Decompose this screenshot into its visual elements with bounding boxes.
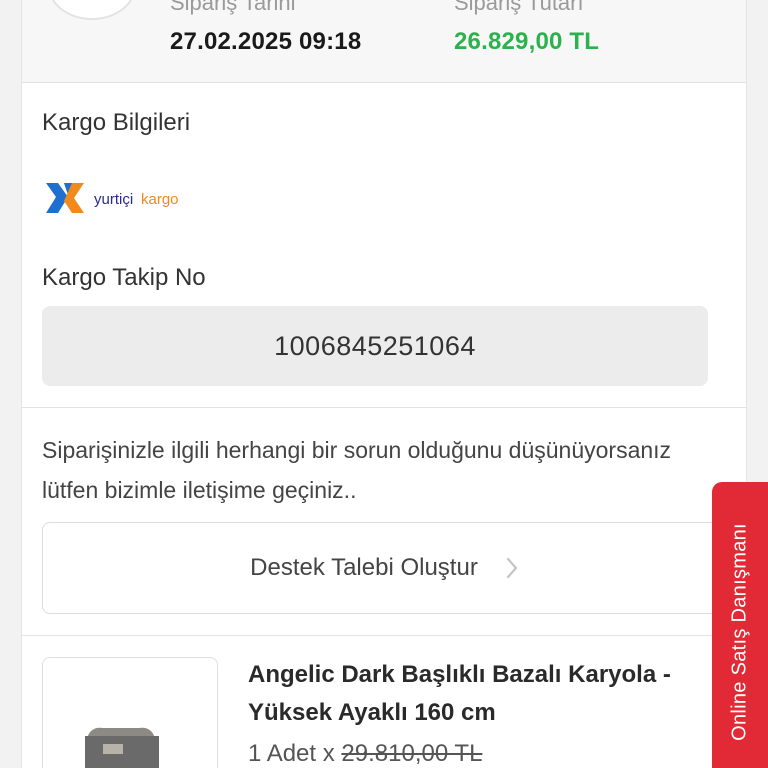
svg-text:yurtiçi: yurtiçi bbox=[94, 191, 133, 208]
order-status-icon bbox=[48, 0, 136, 20]
product-name[interactable]: Angelic Dark Başlıklı Bazalı Karyola - Y… bbox=[248, 656, 718, 732]
consult-tab-label: Online Satış Danışmanı bbox=[728, 523, 751, 741]
support-section: Siparişinizle ilgili herhangi bir sorun … bbox=[21, 408, 747, 636]
bed-thumbnail-icon bbox=[85, 727, 159, 768]
create-support-ticket-button[interactable]: Destek Talebi Oluştur bbox=[42, 522, 732, 614]
product-old-price: 29.810,00 TL bbox=[341, 740, 483, 767]
order-date-value: 27.02.2025 09:18 bbox=[170, 28, 362, 55]
order-total-label: Sipariş Tutarı bbox=[454, 0, 584, 15]
tracking-title: Kargo Takip No bbox=[42, 264, 206, 291]
quantity-multiplier: x bbox=[322, 740, 335, 767]
order-total-value: 26.829,00 TL bbox=[454, 28, 600, 55]
cargo-section: Kargo Bilgileri yurtiçi kargo Kargo Taki… bbox=[21, 83, 747, 408]
product-image[interactable] bbox=[42, 657, 218, 768]
yurtici-kargo-logo: yurtiçi kargo bbox=[46, 183, 179, 213]
support-message: Siparişinizle ilgili herhangi bir sorun … bbox=[42, 437, 672, 503]
tracking-number-box[interactable]: 1006845251064 bbox=[42, 306, 708, 386]
order-date-label: Sipariş Tarihi bbox=[170, 0, 296, 15]
product-quantity: 1 Adet bbox=[248, 740, 317, 767]
cargo-section-title: Kargo Bilgileri bbox=[42, 109, 191, 136]
tracking-number: 1006845251064 bbox=[274, 330, 476, 361]
online-sales-consultant-tab[interactable]: Online Satış Danışmanı bbox=[712, 482, 768, 768]
product-item: Angelic Dark Başlıklı Bazalı Karyola - Y… bbox=[21, 636, 747, 768]
svg-text:kargo: kargo bbox=[141, 191, 179, 208]
chevron-right-icon bbox=[506, 557, 517, 579]
order-summary: Sipariş Tarihi 27.02.2025 09:18 Sipariş … bbox=[21, 0, 747, 83]
product-quantity-line: 1 Adet x 29.810,00 TL bbox=[248, 740, 482, 768]
support-button-label: Destek Talebi Oluştur bbox=[250, 554, 478, 581]
